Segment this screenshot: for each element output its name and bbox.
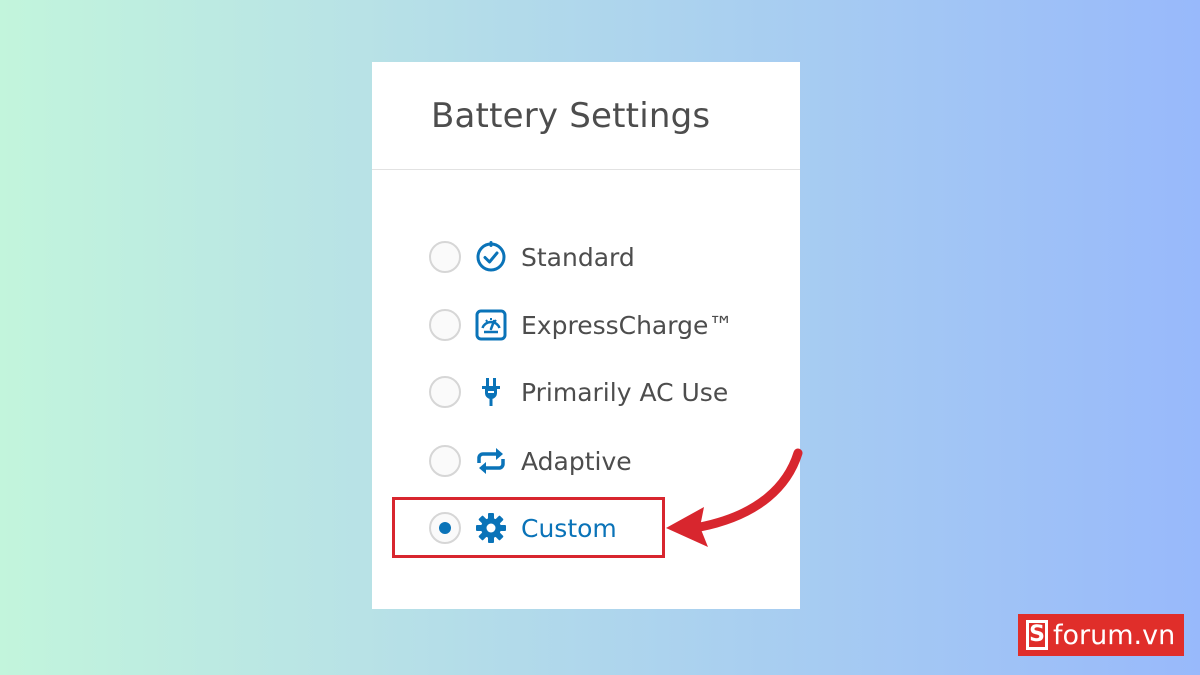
option-expresscharge[interactable]: ExpressCharge™ — [429, 305, 749, 345]
option-label: Custom — [521, 513, 617, 543]
gear-icon — [473, 510, 509, 546]
option-label: Primarily AC Use — [521, 377, 729, 407]
clock-check-icon — [473, 239, 509, 275]
option-primarily-ac-use[interactable]: Primarily AC Use — [429, 372, 749, 412]
divider — [372, 169, 800, 170]
radio-adaptive[interactable] — [429, 445, 461, 477]
gauge-icon — [473, 307, 509, 343]
battery-settings-panel: Battery Settings Standard ExpressCharge™ — [372, 62, 800, 609]
option-label: Standard — [521, 242, 635, 272]
refresh-arrows-icon — [473, 443, 509, 479]
plug-icon — [473, 374, 509, 410]
option-custom[interactable]: Custom — [429, 508, 749, 548]
panel-title: Battery Settings — [431, 96, 711, 136]
sforum-logo: S forum.vn — [1018, 614, 1184, 656]
radio-standard[interactable] — [429, 241, 461, 273]
option-label: ExpressCharge™ — [521, 310, 734, 340]
logo-text: forum.vn — [1053, 619, 1176, 651]
option-label: Adaptive — [521, 446, 632, 476]
radio-primarily-ac-use[interactable] — [429, 376, 461, 408]
option-standard[interactable]: Standard — [429, 237, 749, 277]
radio-custom[interactable] — [429, 512, 461, 544]
option-adaptive[interactable]: Adaptive — [429, 441, 749, 481]
radio-expresscharge[interactable] — [429, 309, 461, 341]
logo-letter: S — [1026, 620, 1048, 650]
